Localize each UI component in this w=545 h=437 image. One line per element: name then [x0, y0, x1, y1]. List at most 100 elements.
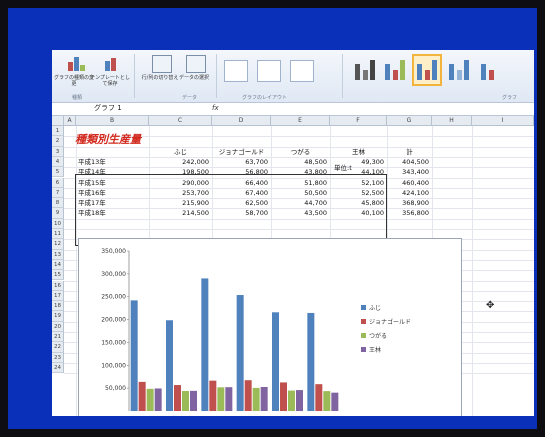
value-cell[interactable]: 43,500 — [271, 209, 327, 218]
row-header-21[interactable]: 21 — [52, 332, 64, 343]
row-header-12[interactable]: 12 — [52, 239, 64, 250]
chart-layout-1[interactable] — [224, 60, 248, 82]
value-cell[interactable]: 67,400 — [212, 189, 268, 198]
value-cell[interactable]: 343,400 — [387, 168, 429, 177]
value-cell[interactable]: 290,000 — [149, 179, 209, 188]
value-cell[interactable]: 56,800 — [212, 168, 268, 177]
header-cell[interactable]: 王林 — [330, 148, 387, 157]
row-header-7[interactable]: 7 — [52, 187, 64, 199]
row-header-5[interactable]: 5 — [52, 167, 64, 178]
chart-layout-2[interactable] — [257, 60, 281, 82]
chart-layout-3[interactable] — [290, 60, 314, 82]
row-header-23[interactable]: 23 — [52, 352, 64, 363]
value-cell[interactable]: 66,400 — [212, 179, 268, 188]
save-template-button[interactable]: テンプレートとして保存 — [90, 53, 130, 93]
row-header-20[interactable]: 20 — [52, 321, 64, 332]
row-header-4[interactable]: 4 — [52, 156, 64, 168]
value-cell[interactable]: 51,800 — [271, 179, 327, 188]
row-header-6[interactable]: 6 — [52, 177, 64, 188]
row-header-10[interactable]: 10 — [52, 218, 64, 229]
value-cell[interactable]: 404,500 — [387, 158, 429, 167]
select-all-corner[interactable] — [52, 116, 64, 126]
bar-ジョナゴールド-平成15年 — [209, 380, 217, 411]
column-header-b[interactable]: B — [76, 116, 149, 126]
group-layout-label: グラフのレイアウト — [242, 95, 288, 101]
select-data-button[interactable]: データの選択 — [174, 53, 214, 93]
year-cell[interactable]: 平成17年 — [78, 199, 151, 208]
value-cell[interactable]: 44,700 — [271, 199, 327, 208]
value-cell[interactable]: 356,800 — [387, 209, 429, 218]
column-header-c[interactable]: C — [149, 116, 212, 126]
header-cell[interactable]: ふじ — [149, 148, 212, 157]
fx-icon[interactable]: fx — [212, 104, 219, 112]
column-header-i[interactable]: I — [472, 116, 534, 126]
header-cell[interactable]: ジョナゴールド — [212, 148, 271, 157]
year-cell[interactable]: 平成14年 — [78, 168, 151, 177]
year-cell[interactable]: 平成13年 — [78, 158, 151, 167]
row-header-2[interactable]: 2 — [52, 136, 64, 147]
row-header-17[interactable]: 17 — [52, 290, 64, 302]
value-cell[interactable]: 214,500 — [149, 209, 209, 218]
column-header-e[interactable]: E — [271, 116, 330, 126]
switch-row-column-icon — [152, 55, 172, 73]
change-chart-type-button[interactable]: グラフの種類の変更 — [54, 53, 94, 93]
row-header-9[interactable]: 9 — [52, 208, 64, 219]
column-header-g[interactable]: G — [387, 116, 432, 126]
ribbon: グラフの種類の変更 テンプレートとして保存 種類 行/列の切り替え データの選択… — [52, 50, 534, 103]
value-cell[interactable]: 63,700 — [212, 158, 268, 167]
clustered-column-chart[interactable]: 350,000 300,000 250,000 200,000 150,000 100,0… — [78, 238, 462, 416]
row-header-1[interactable]: 1 — [52, 126, 64, 137]
column-header-d[interactable]: D — [212, 116, 271, 126]
value-cell[interactable]: 215,900 — [149, 199, 209, 208]
chart-type-icon — [66, 55, 85, 71]
value-cell[interactable]: 424,100 — [387, 189, 429, 198]
value-cell[interactable]: 44,100 — [330, 168, 384, 177]
value-cell[interactable]: 45,800 — [330, 199, 384, 208]
year-cell[interactable]: 平成16年 — [78, 189, 151, 198]
bar-王林-平成16年 — [260, 387, 268, 411]
chart-style-3-selected[interactable] — [412, 54, 442, 86]
row-header-16[interactable]: 16 — [52, 280, 64, 291]
chart-style-2[interactable] — [382, 56, 408, 84]
value-cell[interactable]: 50,500 — [271, 189, 327, 198]
value-cell[interactable]: 460,400 — [387, 179, 429, 188]
column-header-h[interactable]: H — [432, 116, 472, 126]
value-cell[interactable]: 48,500 — [271, 158, 327, 167]
bar-ジョナゴールド-平成18年 — [315, 384, 323, 411]
name-box[interactable]: グラフ 1 — [64, 104, 152, 113]
value-cell[interactable]: 62,500 — [212, 199, 268, 208]
chart-style-5[interactable] — [478, 56, 504, 84]
row-header-18[interactable]: 18 — [52, 301, 64, 312]
row-header-13[interactable]: 13 — [52, 249, 64, 260]
column-header-f[interactable]: F — [330, 116, 387, 126]
value-cell[interactable]: 368,900 — [387, 199, 429, 208]
chart-style-4[interactable] — [446, 56, 472, 84]
row-header-8[interactable]: 8 — [52, 198, 64, 209]
value-cell[interactable]: 52,500 — [330, 189, 384, 198]
select-data-label: データの選択 — [178, 75, 209, 81]
year-cell[interactable]: 平成18年 — [78, 209, 151, 218]
value-cell[interactable]: 40,100 — [330, 209, 384, 218]
value-cell[interactable]: 253,700 — [149, 189, 209, 198]
bar-王林-平成14年 — [190, 390, 197, 411]
header-cell[interactable]: つがる — [271, 148, 330, 157]
value-cell[interactable]: 198,500 — [149, 168, 209, 177]
value-cell[interactable]: 52,100 — [330, 179, 384, 188]
row-header-24[interactable]: 24 — [52, 362, 64, 374]
row-header-11[interactable]: 11 — [52, 229, 64, 240]
value-cell[interactable]: 242,000 — [149, 158, 209, 167]
value-cell[interactable]: 58,700 — [212, 209, 268, 218]
chart-style-1[interactable] — [352, 56, 378, 84]
row-header-22[interactable]: 22 — [52, 342, 64, 353]
header-cell[interactable]: 計 — [387, 148, 432, 157]
year-cell[interactable]: 平成15年 — [78, 179, 151, 188]
row-header-15[interactable]: 15 — [52, 270, 64, 281]
worksheet-grid[interactable]: ABCDEFGHI 1 2 3 4 5 6 7 8 9 10 11 12 13 14 15 16 17 18 19 2… — [52, 116, 534, 416]
column-header-a[interactable]: A — [64, 116, 76, 126]
value-cell[interactable]: 49,300 — [330, 158, 384, 167]
bar-王林-平成18年 — [331, 392, 339, 411]
row-header-19[interactable]: 19 — [52, 311, 64, 322]
row-header-3[interactable]: 3 — [52, 146, 64, 157]
value-cell[interactable]: 43,800 — [271, 168, 327, 177]
row-header-14[interactable]: 14 — [52, 259, 64, 271]
